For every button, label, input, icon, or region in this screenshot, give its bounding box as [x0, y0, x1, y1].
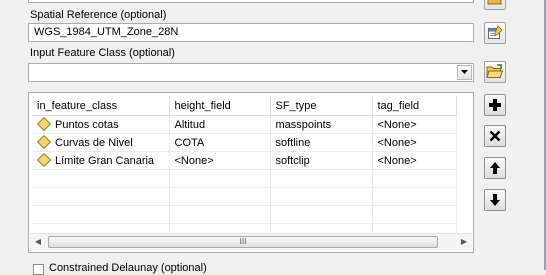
column-header-height-field[interactable]: height_field — [169, 96, 271, 116]
table-row[interactable]: Límite Gran Canaria <None> softclip <Non… — [32, 151, 457, 170]
table-row-empty — [32, 205, 457, 224]
scroll-grip: III — [239, 237, 247, 246]
remove-row-button[interactable] — [484, 125, 506, 147]
cell-tag-field[interactable]: <None> — [372, 115, 457, 134]
partial-top-field[interactable] — [28, 0, 474, 3]
remove-x-icon — [489, 130, 501, 142]
feature-class-icon — [36, 116, 52, 131]
cell-in-feature-class[interactable]: Límite Gran Canaria — [32, 151, 170, 170]
partial-top-folder-button[interactable] — [484, 0, 506, 10]
spatial-reference-input[interactable]: WGS_1984_UTM_Zone_28N — [28, 23, 474, 42]
cell-text: Límite Gran Canaria — [55, 154, 155, 167]
move-up-arrow-icon — [490, 162, 500, 174]
cell-height-field[interactable]: COTA — [169, 133, 271, 152]
table-row-empty — [32, 187, 457, 206]
add-row-button[interactable] — [484, 94, 506, 116]
cell-tag-field[interactable]: <None> — [372, 151, 457, 170]
open-folder-icon — [486, 64, 504, 78]
cell-height-field[interactable]: <None> — [169, 151, 271, 170]
move-down-button[interactable] — [484, 189, 506, 211]
combo-dropdown-button[interactable] — [457, 65, 472, 80]
chevron-down-icon — [461, 70, 468, 74]
feature-class-icon — [36, 134, 52, 149]
cell-sf-type[interactable]: softline — [270, 133, 373, 152]
cell-tag-field[interactable]: <None> — [372, 133, 457, 152]
table-row-empty — [32, 169, 457, 188]
move-up-button[interactable] — [484, 157, 506, 179]
scroll-right-icon[interactable]: ▶ — [457, 236, 471, 248]
table-row[interactable]: Curvas de Nivel COTA softline <None> — [32, 133, 457, 152]
scroll-left-icon[interactable]: ◀ — [31, 236, 45, 248]
cell-sf-type[interactable]: masspoints — [270, 115, 373, 134]
cell-in-feature-class[interactable]: Puntos cotas — [32, 115, 170, 134]
table-row[interactable]: Puntos cotas Altitud masspoints <None> — [32, 115, 457, 134]
table-header-row: in_feature_class height_field SF_type ta… — [32, 96, 457, 116]
column-header-in-feature-class[interactable]: in_feature_class — [32, 96, 170, 116]
open-folder-icon — [487, 0, 502, 5]
cell-in-feature-class[interactable]: Curvas de Nivel — [32, 133, 170, 152]
horizontal-scrollbar[interactable]: ◀ III ▶ — [30, 233, 472, 251]
constrained-delaunay-label: Constrained Delaunay (optional) — [49, 262, 207, 274]
feature-class-table[interactable]: in_feature_class height_field SF_type ta… — [28, 92, 474, 253]
cell-text: Curvas de Nivel — [55, 136, 133, 149]
column-header-sf-type[interactable]: SF_type — [270, 96, 373, 116]
scrollbar-thumb[interactable]: III — [48, 236, 438, 248]
spatial-reference-label: Spatial Reference (optional) — [30, 9, 167, 21]
browse-feature-class-button[interactable] — [484, 61, 506, 83]
cell-text: Puntos cotas — [55, 118, 119, 131]
spatial-reference-properties-button[interactable] — [484, 22, 506, 44]
cell-height-field[interactable]: Altitud — [169, 115, 271, 134]
feature-class-icon — [36, 152, 52, 167]
spatial-reference-properties-icon — [488, 25, 503, 39]
feature-class-grid: in_feature_class height_field SF_type ta… — [32, 96, 457, 242]
move-down-arrow-icon — [490, 194, 500, 206]
input-feature-class-combo[interactable] — [28, 63, 474, 82]
cell-sf-type[interactable]: softclip — [270, 151, 373, 170]
add-plus-icon — [489, 99, 501, 111]
column-header-tag-field[interactable]: tag_field — [372, 96, 457, 116]
input-feature-class-label: Input Feature Class (optional) — [30, 47, 175, 59]
